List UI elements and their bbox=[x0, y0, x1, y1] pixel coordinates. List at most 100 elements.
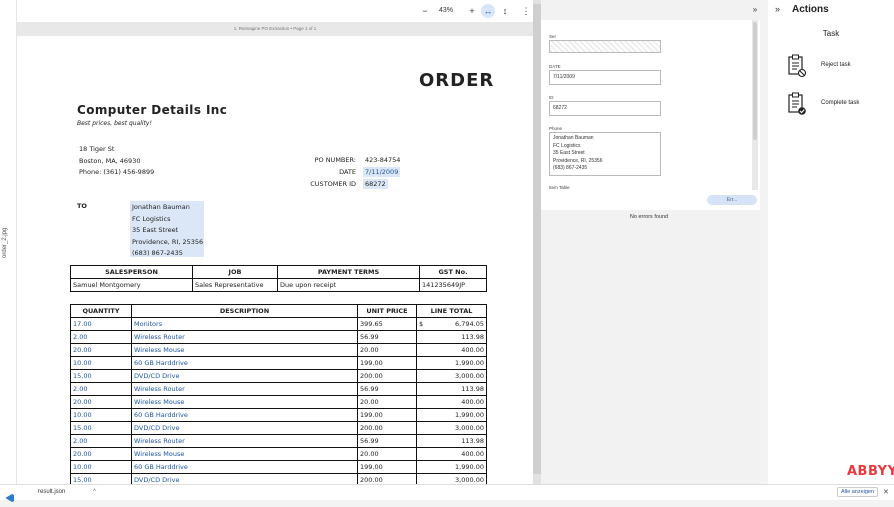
phone-field-label: Phone bbox=[549, 126, 563, 131]
zoom-out-button[interactable]: − bbox=[419, 4, 431, 18]
line-total-cell[interactable]: 3,000.00 bbox=[416, 421, 487, 435]
quantity-cell[interactable]: 15.00 bbox=[70, 421, 132, 435]
unit-price-cell[interactable]: 56.99 bbox=[357, 330, 417, 344]
line-total-cell[interactable]: 113.98 bbox=[416, 382, 487, 396]
quantity-cell[interactable]: 15.00 bbox=[70, 369, 132, 383]
description-cell[interactable]: DVD/CD Drive bbox=[131, 421, 358, 435]
id-field[interactable]: 68272 bbox=[549, 101, 661, 116]
line-total-cell[interactable]: 1,990.00 bbox=[416, 408, 487, 422]
description-cell[interactable]: Wireless Mouse bbox=[131, 395, 358, 409]
line-total-value: 1,990.00 bbox=[455, 359, 484, 367]
description-cell[interactable]: Wireless Router bbox=[131, 382, 358, 396]
complete-clipboard-icon bbox=[788, 92, 806, 115]
expand-actions-icon[interactable]: » bbox=[775, 4, 780, 14]
line-total-cell[interactable]: 400.00 bbox=[416, 343, 487, 357]
description-cell[interactable]: Wireless Router bbox=[131, 434, 358, 448]
salesperson-value: Samuel Montgomery bbox=[70, 278, 193, 292]
unit-price-cell[interactable]: 56.99 bbox=[357, 434, 417, 448]
table-row: 2.00 Wireless Router 56.99 113.98 bbox=[70, 382, 487, 396]
line-total-cell[interactable]: 113.98 bbox=[416, 330, 487, 344]
document-title: ORDER bbox=[419, 70, 495, 91]
description-cell[interactable]: Wireless Router bbox=[131, 330, 358, 344]
task-title: Task bbox=[822, 29, 840, 38]
quantity-cell[interactable]: 2.00 bbox=[70, 382, 132, 396]
complete-task-button[interactable] bbox=[788, 92, 806, 121]
line-total-cell[interactable]: 1,990.00 bbox=[416, 356, 487, 370]
unit-price-cell[interactable]: 199.00 bbox=[357, 408, 417, 422]
unit-price-cell[interactable]: 399.65 bbox=[357, 317, 417, 331]
description-cell[interactable]: 60 GB Harddrive bbox=[131, 356, 358, 370]
fit-height-icon[interactable]: ↕ bbox=[499, 4, 511, 18]
quantity-cell[interactable]: 10.00 bbox=[70, 356, 132, 370]
line-total-value: 3,000.00 bbox=[455, 372, 484, 380]
line-total-cell[interactable]: 1,990.00 bbox=[416, 460, 487, 474]
quantity-cell[interactable]: 10.00 bbox=[70, 460, 132, 474]
recipient-address[interactable]: Jonathan Bauman FC Logistics 35 East Str… bbox=[130, 201, 204, 257]
reject-task-button[interactable] bbox=[788, 54, 807, 83]
description-cell[interactable]: Wireless Mouse bbox=[131, 343, 358, 357]
line-total-cell[interactable]: 400.00 bbox=[416, 395, 487, 409]
gst-value: 141235649JP bbox=[419, 278, 487, 292]
phone-field[interactable]: Jonathan Bauman FC Logistics 35 East Str… bbox=[549, 132, 661, 176]
unit-price-cell[interactable]: 199.00 bbox=[357, 356, 417, 370]
address-line-1: 18 Tiger St bbox=[79, 145, 115, 153]
quantity-cell[interactable]: 2.00 bbox=[70, 434, 132, 448]
company-name: Computer Details Inc bbox=[77, 103, 228, 117]
unit-price-cell[interactable]: 56.99 bbox=[357, 382, 417, 396]
job-value: Sales Representative bbox=[192, 278, 278, 292]
id-field-label: ID bbox=[549, 95, 554, 100]
description-cell[interactable]: Monitors bbox=[131, 317, 358, 331]
line-total-cell[interactable]: 400.00 bbox=[416, 447, 487, 461]
complete-task-label[interactable]: Complete task bbox=[821, 100, 859, 106]
show-all-button[interactable]: Alle anzeigen bbox=[837, 487, 879, 497]
file-tab[interactable]: order_2.jpg bbox=[2, 198, 8, 258]
description-cell[interactable]: 60 GB Harddrive bbox=[131, 408, 358, 422]
unit-price-cell[interactable]: 20.00 bbox=[357, 447, 417, 461]
zoom-level: 43% bbox=[438, 7, 453, 14]
table-row: 20.00 Wireless Mouse 20.00 400.00 bbox=[70, 447, 487, 461]
line-total-cell[interactable]: 3,000.00 bbox=[416, 369, 487, 383]
empty-field[interactable] bbox=[549, 40, 661, 53]
unit-price-cell[interactable]: 20.00 bbox=[357, 343, 417, 357]
company-phone: Phone: (361) 456-9899 bbox=[79, 168, 155, 176]
description-cell[interactable]: DVD/CD Drive bbox=[131, 369, 358, 383]
zoom-in-button[interactable]: + bbox=[466, 4, 478, 18]
quantity-cell[interactable]: 20.00 bbox=[70, 395, 132, 409]
download-menu-chevron-icon[interactable]: ^ bbox=[93, 489, 96, 495]
unit-price-cell[interactable]: 199.00 bbox=[357, 460, 417, 474]
quantity-cell[interactable]: 2.00 bbox=[70, 330, 132, 344]
close-download-bar-icon[interactable]: ✕ bbox=[883, 488, 889, 496]
line-total-cell[interactable]: 113.98 bbox=[416, 434, 487, 448]
fields-scroll-thumb[interactable] bbox=[753, 22, 757, 140]
line-total-cell[interactable]: $6,794.05 bbox=[416, 317, 487, 331]
line-total-value: 400.00 bbox=[461, 398, 484, 406]
more-options-icon[interactable]: ⋮ bbox=[521, 4, 531, 18]
fit-width-icon[interactable]: ↔ bbox=[481, 4, 495, 18]
unit-price-cell[interactable]: 20.00 bbox=[357, 395, 417, 409]
download-file-name[interactable]: result.json bbox=[38, 489, 65, 495]
unit-price-cell[interactable]: 200.00 bbox=[357, 421, 417, 435]
quantity-cell[interactable]: 20.00 bbox=[70, 447, 132, 461]
reject-task-label[interactable]: Reject task bbox=[821, 62, 851, 68]
vscode-icon bbox=[6, 489, 14, 502]
phone-field-line: Jonathan Bauman bbox=[553, 135, 594, 141]
quantity-cell[interactable]: 20.00 bbox=[70, 343, 132, 357]
reject-clipboard-icon bbox=[788, 54, 807, 78]
page-caption: 1. Reimagine PO Extraction • Page 1 of 1 bbox=[17, 22, 533, 36]
line-total-value: 3,000.00 bbox=[455, 424, 484, 432]
description-cell[interactable]: 60 GB Harddrive bbox=[131, 460, 358, 474]
phone-field-line: FC Logistics bbox=[553, 142, 581, 149]
quantity-cell[interactable]: 10.00 bbox=[70, 408, 132, 422]
collapse-fields-icon[interactable]: » bbox=[750, 3, 760, 17]
line-total-value: 3,000.00 bbox=[455, 476, 484, 484]
customer-id-value[interactable]: 68272 bbox=[363, 179, 388, 189]
payment-terms-header: PAYMENT TERMS bbox=[277, 265, 420, 279]
line-total-header: LINE TOTAL bbox=[416, 304, 487, 318]
date-value[interactable]: 7/11/2009 bbox=[363, 167, 401, 177]
viewer-scroll-thumb[interactable] bbox=[533, 4, 541, 474]
quantity-cell[interactable]: 17.00 bbox=[70, 317, 132, 331]
description-cell[interactable]: Wireless Mouse bbox=[131, 447, 358, 461]
date-field[interactable]: 7/11/2009 bbox=[549, 70, 661, 85]
unit-price-cell[interactable]: 200.00 bbox=[357, 369, 417, 383]
errors-button[interactable]: Err... bbox=[707, 195, 757, 205]
